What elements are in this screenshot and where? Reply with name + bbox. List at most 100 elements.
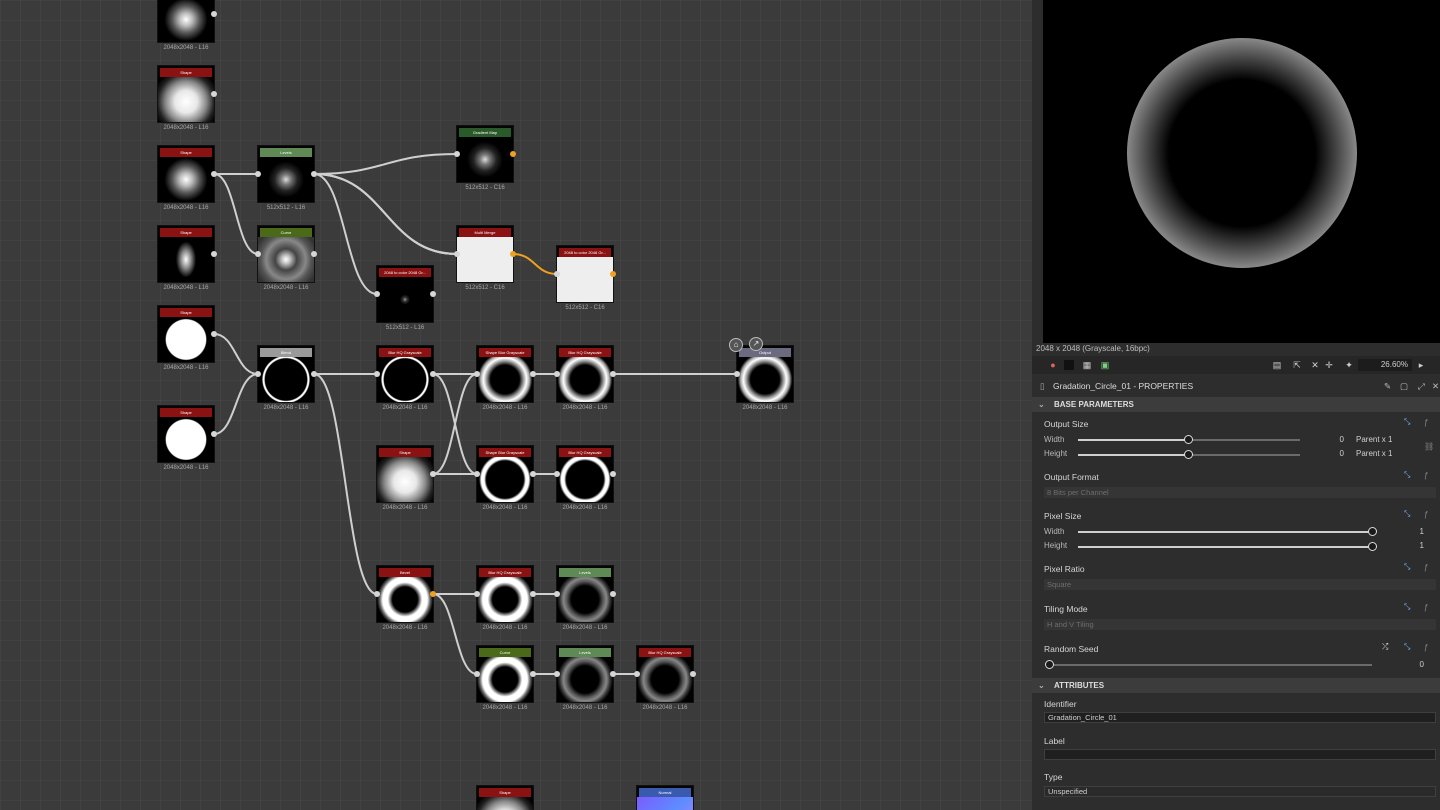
node-box[interactable]: Blur HQ Grayscale bbox=[377, 346, 433, 402]
node-box[interactable]: Shape bbox=[477, 786, 533, 810]
graph-node[interactable]: Levels 2048x2048 - L16 bbox=[554, 646, 616, 711]
output-port[interactable] bbox=[211, 91, 217, 97]
link-icon[interactable]: ⤡ bbox=[1404, 470, 1410, 480]
node-box[interactable]: Shape bbox=[158, 146, 214, 202]
output-port[interactable] bbox=[311, 251, 317, 257]
input-port[interactable] bbox=[554, 591, 560, 597]
attributes-header[interactable]: ⌄ ATTRIBUTES bbox=[1032, 678, 1440, 693]
node-box[interactable]: Levels bbox=[557, 646, 613, 702]
zoom-field[interactable]: 26.60% bbox=[1358, 359, 1412, 371]
graph-node[interactable]: Normal bbox=[637, 786, 693, 810]
function-icon[interactable]: ƒ bbox=[1424, 603, 1428, 612]
output-port[interactable] bbox=[430, 371, 436, 377]
output-open-icon[interactable]: ↗ bbox=[749, 337, 763, 351]
link-icon[interactable]: ⤡ bbox=[1404, 602, 1410, 612]
graph-node[interactable]: Blur HQ Grayscale 2048x2048 - L16 bbox=[634, 646, 696, 711]
graph-node[interactable]: Shape 2048x2048 - L16 bbox=[377, 446, 436, 511]
link-icon[interactable]: ⤡ bbox=[1404, 642, 1410, 652]
connection-wire[interactable] bbox=[213, 373, 259, 435]
node-box[interactable]: Blur HQ Grayscale bbox=[557, 346, 613, 402]
input-port[interactable] bbox=[554, 471, 560, 477]
output-port[interactable] bbox=[610, 271, 616, 277]
grid-icon[interactable]: ▦ bbox=[1082, 360, 1092, 370]
output-port[interactable] bbox=[211, 251, 217, 257]
node-box[interactable]: 2048 to color 2048 Gr... bbox=[377, 266, 433, 322]
random-seed-knob[interactable] bbox=[1045, 660, 1054, 669]
connection-wire[interactable] bbox=[313, 153, 458, 175]
input-port[interactable] bbox=[474, 471, 480, 477]
output-port[interactable] bbox=[510, 151, 516, 157]
identifier-input[interactable]: Gradation_Circle_01 bbox=[1044, 712, 1436, 723]
2d-view[interactable] bbox=[1043, 0, 1440, 343]
shuffle-icon[interactable]: ⤮ bbox=[1382, 642, 1388, 652]
pin-panel-icon[interactable]: ✎ bbox=[1384, 379, 1391, 394]
pin-icon[interactable]: ⇱ bbox=[1292, 360, 1302, 370]
connection-wire[interactable] bbox=[313, 373, 378, 595]
tiling-icon[interactable]: ▣ bbox=[1100, 360, 1110, 370]
node-box[interactable]: Blur HQ Grayscale bbox=[637, 646, 693, 702]
output-port[interactable] bbox=[211, 11, 217, 17]
graph-node[interactable]: 2048x2048 - L16 bbox=[158, 0, 217, 51]
node-box[interactable]: Curve bbox=[258, 226, 314, 282]
connection-wire[interactable] bbox=[432, 373, 478, 475]
output-height-knob[interactable] bbox=[1184, 450, 1193, 459]
connection-wire[interactable] bbox=[213, 173, 259, 255]
graph-node[interactable]: Curve 2048x2048 - L16 bbox=[255, 226, 317, 291]
node-box[interactable]: Bevel bbox=[377, 566, 433, 622]
type-dropdown[interactable]: Unspecified bbox=[1044, 786, 1436, 797]
graph-node[interactable]: Blend 2048x2048 - L16 bbox=[255, 346, 317, 411]
input-port[interactable] bbox=[474, 371, 480, 377]
node-box[interactable]: Levels bbox=[258, 146, 314, 202]
output-port[interactable] bbox=[610, 591, 616, 597]
node-box[interactable]: Shape bbox=[377, 446, 433, 502]
input-port[interactable] bbox=[554, 271, 560, 277]
random-seed-slider[interactable] bbox=[1050, 664, 1372, 666]
output-port[interactable] bbox=[610, 471, 616, 477]
output-port[interactable] bbox=[430, 471, 436, 477]
float-panel-icon[interactable]: ▢ bbox=[1400, 379, 1408, 394]
function-icon[interactable]: ƒ bbox=[1424, 418, 1428, 427]
function-icon[interactable]: ƒ bbox=[1424, 643, 1428, 652]
close-panel-icon[interactable]: ✕ bbox=[1432, 379, 1439, 394]
node-box[interactable] bbox=[158, 0, 214, 42]
pixel-height-value[interactable]: 1 bbox=[1402, 541, 1424, 550]
node-box[interactable]: Shape Blur Grayscale bbox=[477, 446, 533, 502]
connection-wire[interactable] bbox=[313, 173, 458, 255]
graph-node[interactable]: Levels 512x512 - L16 bbox=[255, 146, 317, 211]
connection-wire[interactable] bbox=[512, 253, 558, 275]
input-port[interactable] bbox=[634, 671, 640, 677]
output-port[interactable] bbox=[530, 471, 536, 477]
node-box[interactable]: Shape Blur Grayscale bbox=[477, 346, 533, 402]
tiling-mode-dropdown[interactable]: H and V Tiling bbox=[1044, 619, 1436, 630]
pixel-width-slider[interactable] bbox=[1078, 531, 1370, 533]
output-port[interactable] bbox=[311, 171, 317, 177]
connection-wire[interactable] bbox=[313, 173, 458, 255]
node-box[interactable]: Levels bbox=[557, 566, 613, 622]
output-port[interactable] bbox=[610, 671, 616, 677]
output-width-knob[interactable] bbox=[1184, 435, 1193, 444]
channels-icon[interactable]: ● bbox=[1048, 360, 1058, 370]
pixel-ratio-dropdown[interactable]: Square bbox=[1044, 579, 1436, 590]
zoom-step-icon[interactable]: ▸ bbox=[1416, 360, 1426, 370]
node-box[interactable]: Curve bbox=[477, 646, 533, 702]
function-icon[interactable]: ƒ bbox=[1424, 471, 1428, 480]
connection-wire[interactable] bbox=[213, 333, 259, 375]
graph-node[interactable]: Multi Merge 512x512 - C16 bbox=[454, 226, 516, 291]
output-port[interactable] bbox=[430, 291, 436, 297]
input-port[interactable] bbox=[255, 251, 261, 257]
output-port[interactable] bbox=[530, 371, 536, 377]
graph-node[interactable]: Blur HQ Grayscale 2048x2048 - L16 bbox=[554, 446, 616, 511]
connection-wire[interactable] bbox=[313, 173, 458, 255]
output-port[interactable] bbox=[211, 331, 217, 337]
connection-wire[interactable] bbox=[432, 593, 478, 675]
connection-wire[interactable] bbox=[432, 373, 478, 475]
graph-node[interactable]: Gradient Map 512x512 - C16 bbox=[454, 126, 516, 191]
output-width-value[interactable]: 0 bbox=[1312, 435, 1344, 444]
input-port[interactable] bbox=[474, 591, 480, 597]
graph-node[interactable]: Shape bbox=[477, 786, 533, 810]
graph-node[interactable]: Blur HQ Grayscale 2048x2048 - L16 bbox=[554, 346, 616, 411]
output-port[interactable] bbox=[211, 171, 217, 177]
input-port[interactable] bbox=[255, 171, 261, 177]
pixel-height-slider[interactable] bbox=[1078, 546, 1370, 548]
node-box[interactable]: Blend bbox=[258, 346, 314, 402]
